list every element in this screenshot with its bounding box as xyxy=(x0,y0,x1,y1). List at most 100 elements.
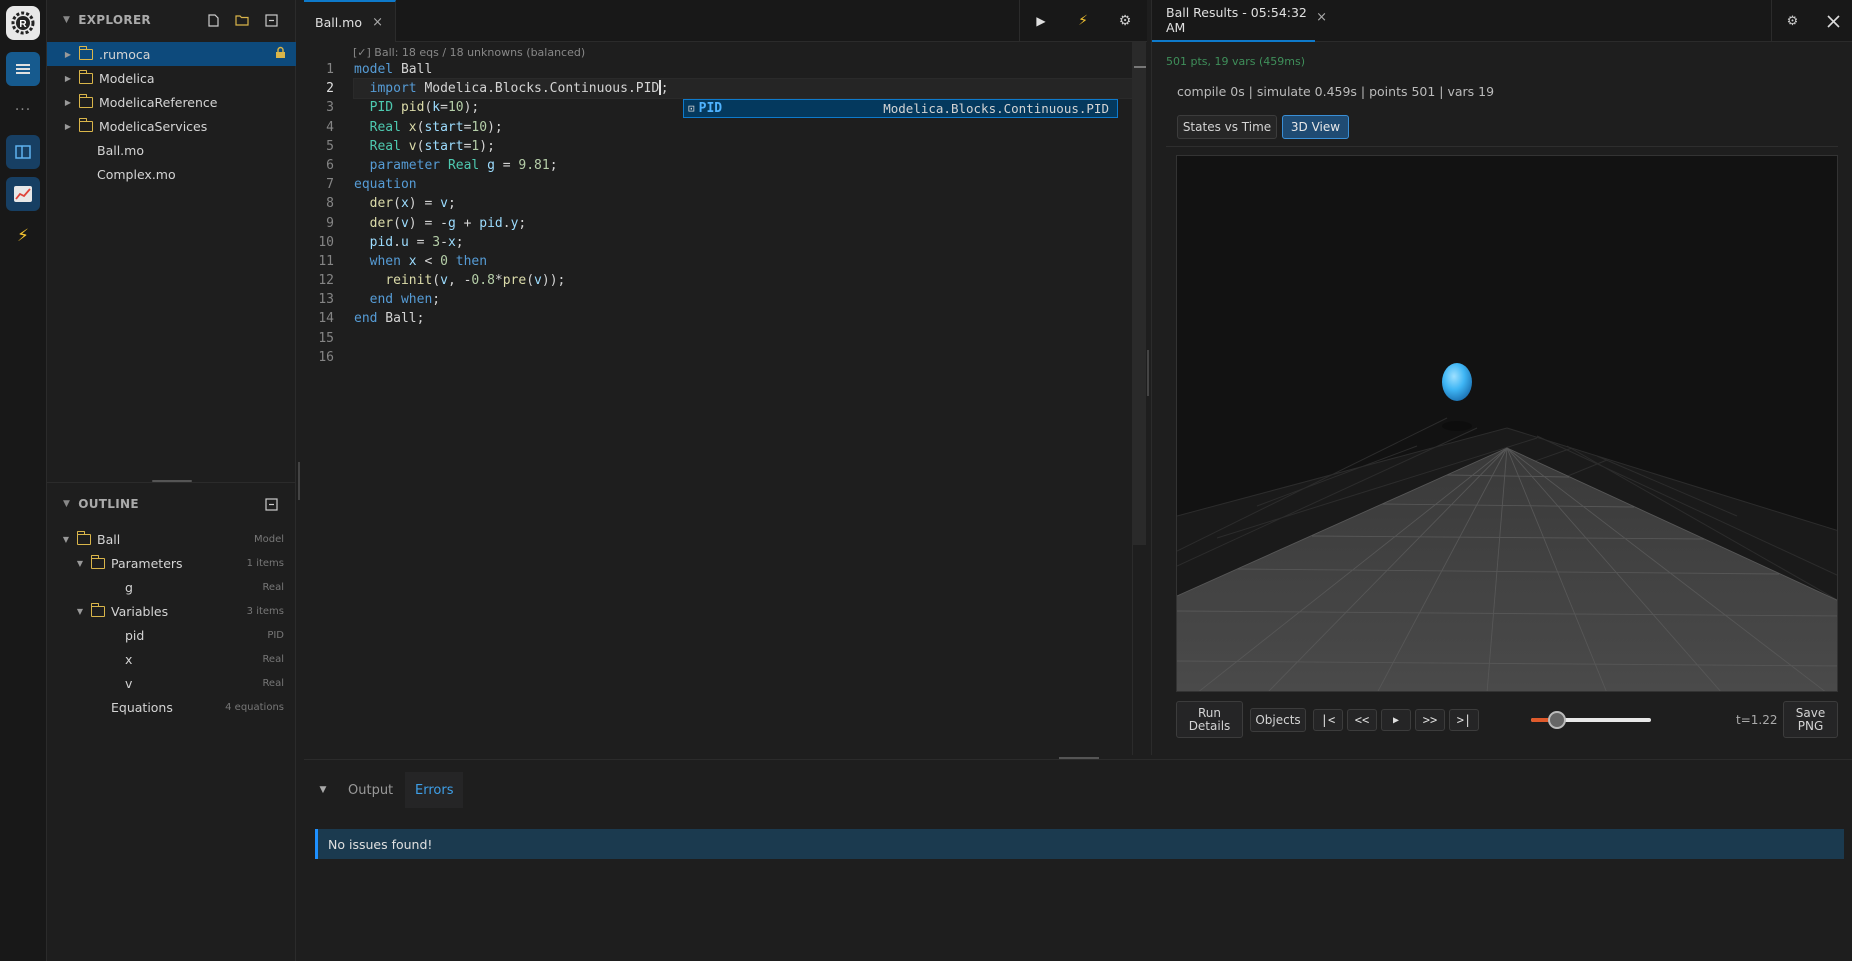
simulate-button[interactable]: ⚡ xyxy=(1062,0,1104,42)
tree-item-complex-mo[interactable]: Complex.mo xyxy=(47,162,296,186)
outline-item-variables[interactable]: ▼ Variables 3 items xyxy=(47,599,296,623)
app-logo[interactable]: R xyxy=(6,6,40,40)
outline-label: Variables xyxy=(111,603,169,619)
codelens-balance[interactable]: [✓] Ball: 18 eqs / 18 unknowns (balanced… xyxy=(353,46,585,59)
settings-button[interactable]: ⚙ xyxy=(1104,0,1146,42)
outline-item-pid[interactable]: pid PID xyxy=(47,623,296,647)
tab-output[interactable]: Output xyxy=(338,772,403,808)
collapse-all-button[interactable] xyxy=(263,12,279,28)
collapse-all-icon xyxy=(264,13,278,27)
tree-item-ball-mo[interactable]: Ball.mo xyxy=(47,138,296,162)
collapse-all-icon xyxy=(264,497,278,511)
gear-icon: ⚙ xyxy=(1118,13,1132,29)
editor-results-sash[interactable] xyxy=(1147,350,1149,396)
outline-label: x xyxy=(125,651,133,667)
view-states-vs-time[interactable]: States vs Time xyxy=(1177,115,1277,139)
save-png-button[interactable]: Save PNG xyxy=(1783,701,1838,738)
results-chart-icon xyxy=(14,186,32,202)
play-icon: ▶ xyxy=(1036,14,1046,28)
folder-icon xyxy=(78,117,93,132)
autocomplete-suggestion[interactable]: ⊡ PID Modelica.Blocks.Continuous.PID xyxy=(683,99,1118,118)
outline-label: Ball xyxy=(97,531,121,547)
line-number: 15 xyxy=(318,330,334,346)
chevron-down-icon: ▼ xyxy=(62,534,70,544)
time-slider-handle[interactable] xyxy=(1548,711,1567,729)
outline-collapse-button[interactable] xyxy=(263,496,279,512)
run-details-button[interactable]: Run Details xyxy=(1176,701,1243,738)
3d-viewport[interactable] xyxy=(1176,155,1838,692)
code-line: end Ball; xyxy=(354,311,425,327)
status-message: No issues found! xyxy=(315,829,1844,859)
results-stats: compile 0s | simulate 0.459s | points 50… xyxy=(1177,84,1495,99)
close-icon[interactable]: × xyxy=(372,15,383,30)
outline-item-x[interactable]: x Real xyxy=(47,647,296,671)
scrollbar-thumb[interactable] xyxy=(1132,42,1146,545)
folder-icon xyxy=(78,69,93,84)
view-3d[interactable]: 3D View xyxy=(1282,115,1349,139)
suggestion-detail: Modelica.Blocks.Continuous.PID xyxy=(883,101,1109,116)
tree-item-rumoca[interactable]: ▶ .rumoca xyxy=(47,42,296,66)
panel-toggle[interactable]: ▼ xyxy=(308,772,338,808)
tree-item-modelicaservices[interactable]: ▶ ModelicaServices xyxy=(47,114,296,138)
playback-controls: Run Details Objects |< << ▶ >> >| t=1.22… xyxy=(1166,694,1838,754)
outline-header[interactable]: ▼ OUTLINE xyxy=(47,484,296,524)
code-line: pid.u = 3-x; xyxy=(369,234,464,250)
new-file-button[interactable] xyxy=(205,12,221,28)
explorer-header[interactable]: ▼ EXPLORER xyxy=(47,0,296,40)
ball xyxy=(1442,363,1472,401)
play-button[interactable]: ▶ xyxy=(1381,709,1411,731)
code-line: reinit(v, -0.8*pre(v)); xyxy=(385,273,566,289)
step-forward-button[interactable]: >> xyxy=(1415,709,1445,731)
tree-item-modelica[interactable]: ▶ Modelica xyxy=(47,66,296,90)
run-button[interactable]: ▶ xyxy=(1020,0,1062,42)
chevron-down-icon: ▼ xyxy=(76,558,84,568)
tab-errors[interactable]: Errors xyxy=(405,772,464,808)
more-button[interactable]: ··· xyxy=(6,93,40,127)
outline-item-v[interactable]: v Real xyxy=(47,671,296,695)
panel-tabs: ▼ Output Errors xyxy=(304,772,1852,808)
suggestion-label: PID xyxy=(698,101,723,116)
line-number: 9 xyxy=(326,215,334,231)
first-frame-button[interactable]: |< xyxy=(1313,709,1343,731)
folder-icon xyxy=(78,45,93,60)
results-tabbar: Ball Results - 05:54:32 AM × ⚙ xyxy=(1152,0,1852,42)
simulate-view-button[interactable]: ⚡ xyxy=(6,219,40,253)
lightning-icon: ⚡ xyxy=(1078,13,1088,29)
outline-item-equations[interactable]: Equations 4 equations xyxy=(47,695,296,719)
code-line: der(x) = v; xyxy=(369,196,456,212)
results-settings-button[interactable]: ⚙ xyxy=(1771,0,1813,42)
last-frame-button[interactable]: >| xyxy=(1449,709,1479,731)
tree-item-modelicareference[interactable]: ▶ ModelicaReference xyxy=(47,90,296,114)
outline-label: g xyxy=(125,579,133,595)
objects-button[interactable]: Objects xyxy=(1250,708,1306,732)
line-number: 5 xyxy=(326,138,334,154)
close-icon[interactable]: × xyxy=(1316,10,1327,25)
editor-tabbar: Ball.mo × ▶ ⚡ ⚙ xyxy=(304,0,1147,42)
sidebar-resize-sash[interactable] xyxy=(298,462,300,500)
menu-button[interactable] xyxy=(6,52,40,86)
code-line: parameter Real g = 9.81; xyxy=(369,157,558,173)
step-back-button[interactable]: << xyxy=(1347,709,1377,731)
outline-item-parameters[interactable]: ▼ Parameters 1 items xyxy=(47,551,296,575)
outline-meta: Real xyxy=(262,581,284,593)
code-line: der(v) = -g + pid.y; xyxy=(369,215,527,231)
chevron-down-icon: ▼ xyxy=(63,15,71,25)
code-line: Real v(start=1); xyxy=(369,138,495,154)
panel-resize-sash[interactable] xyxy=(1059,757,1099,759)
results-view-button[interactable] xyxy=(6,177,40,211)
outline-title: OUTLINE xyxy=(78,497,139,511)
outline-meta: PID xyxy=(267,629,284,641)
outline-item-ball[interactable]: ▼ Ball Model xyxy=(47,527,296,551)
outline-item-g[interactable]: g Real xyxy=(47,575,296,599)
chevron-down-icon: ▼ xyxy=(63,499,71,509)
close-panel-button[interactable] xyxy=(1813,0,1852,42)
tab-ball-results[interactable]: Ball Results - 05:54:32 AM × xyxy=(1152,0,1327,42)
new-folder-button[interactable] xyxy=(234,12,250,28)
line-number: 3 xyxy=(326,100,334,116)
class-symbol-icon: ⊡ xyxy=(688,102,695,115)
outline-meta: Real xyxy=(262,677,284,689)
tab-ball-mo[interactable]: Ball.mo × xyxy=(304,0,396,42)
explorer-view-button[interactable] xyxy=(6,135,40,169)
bottom-panel: ▼ Output Errors No issues found! xyxy=(304,757,1852,961)
lightning-icon: ⚡ xyxy=(17,226,29,246)
